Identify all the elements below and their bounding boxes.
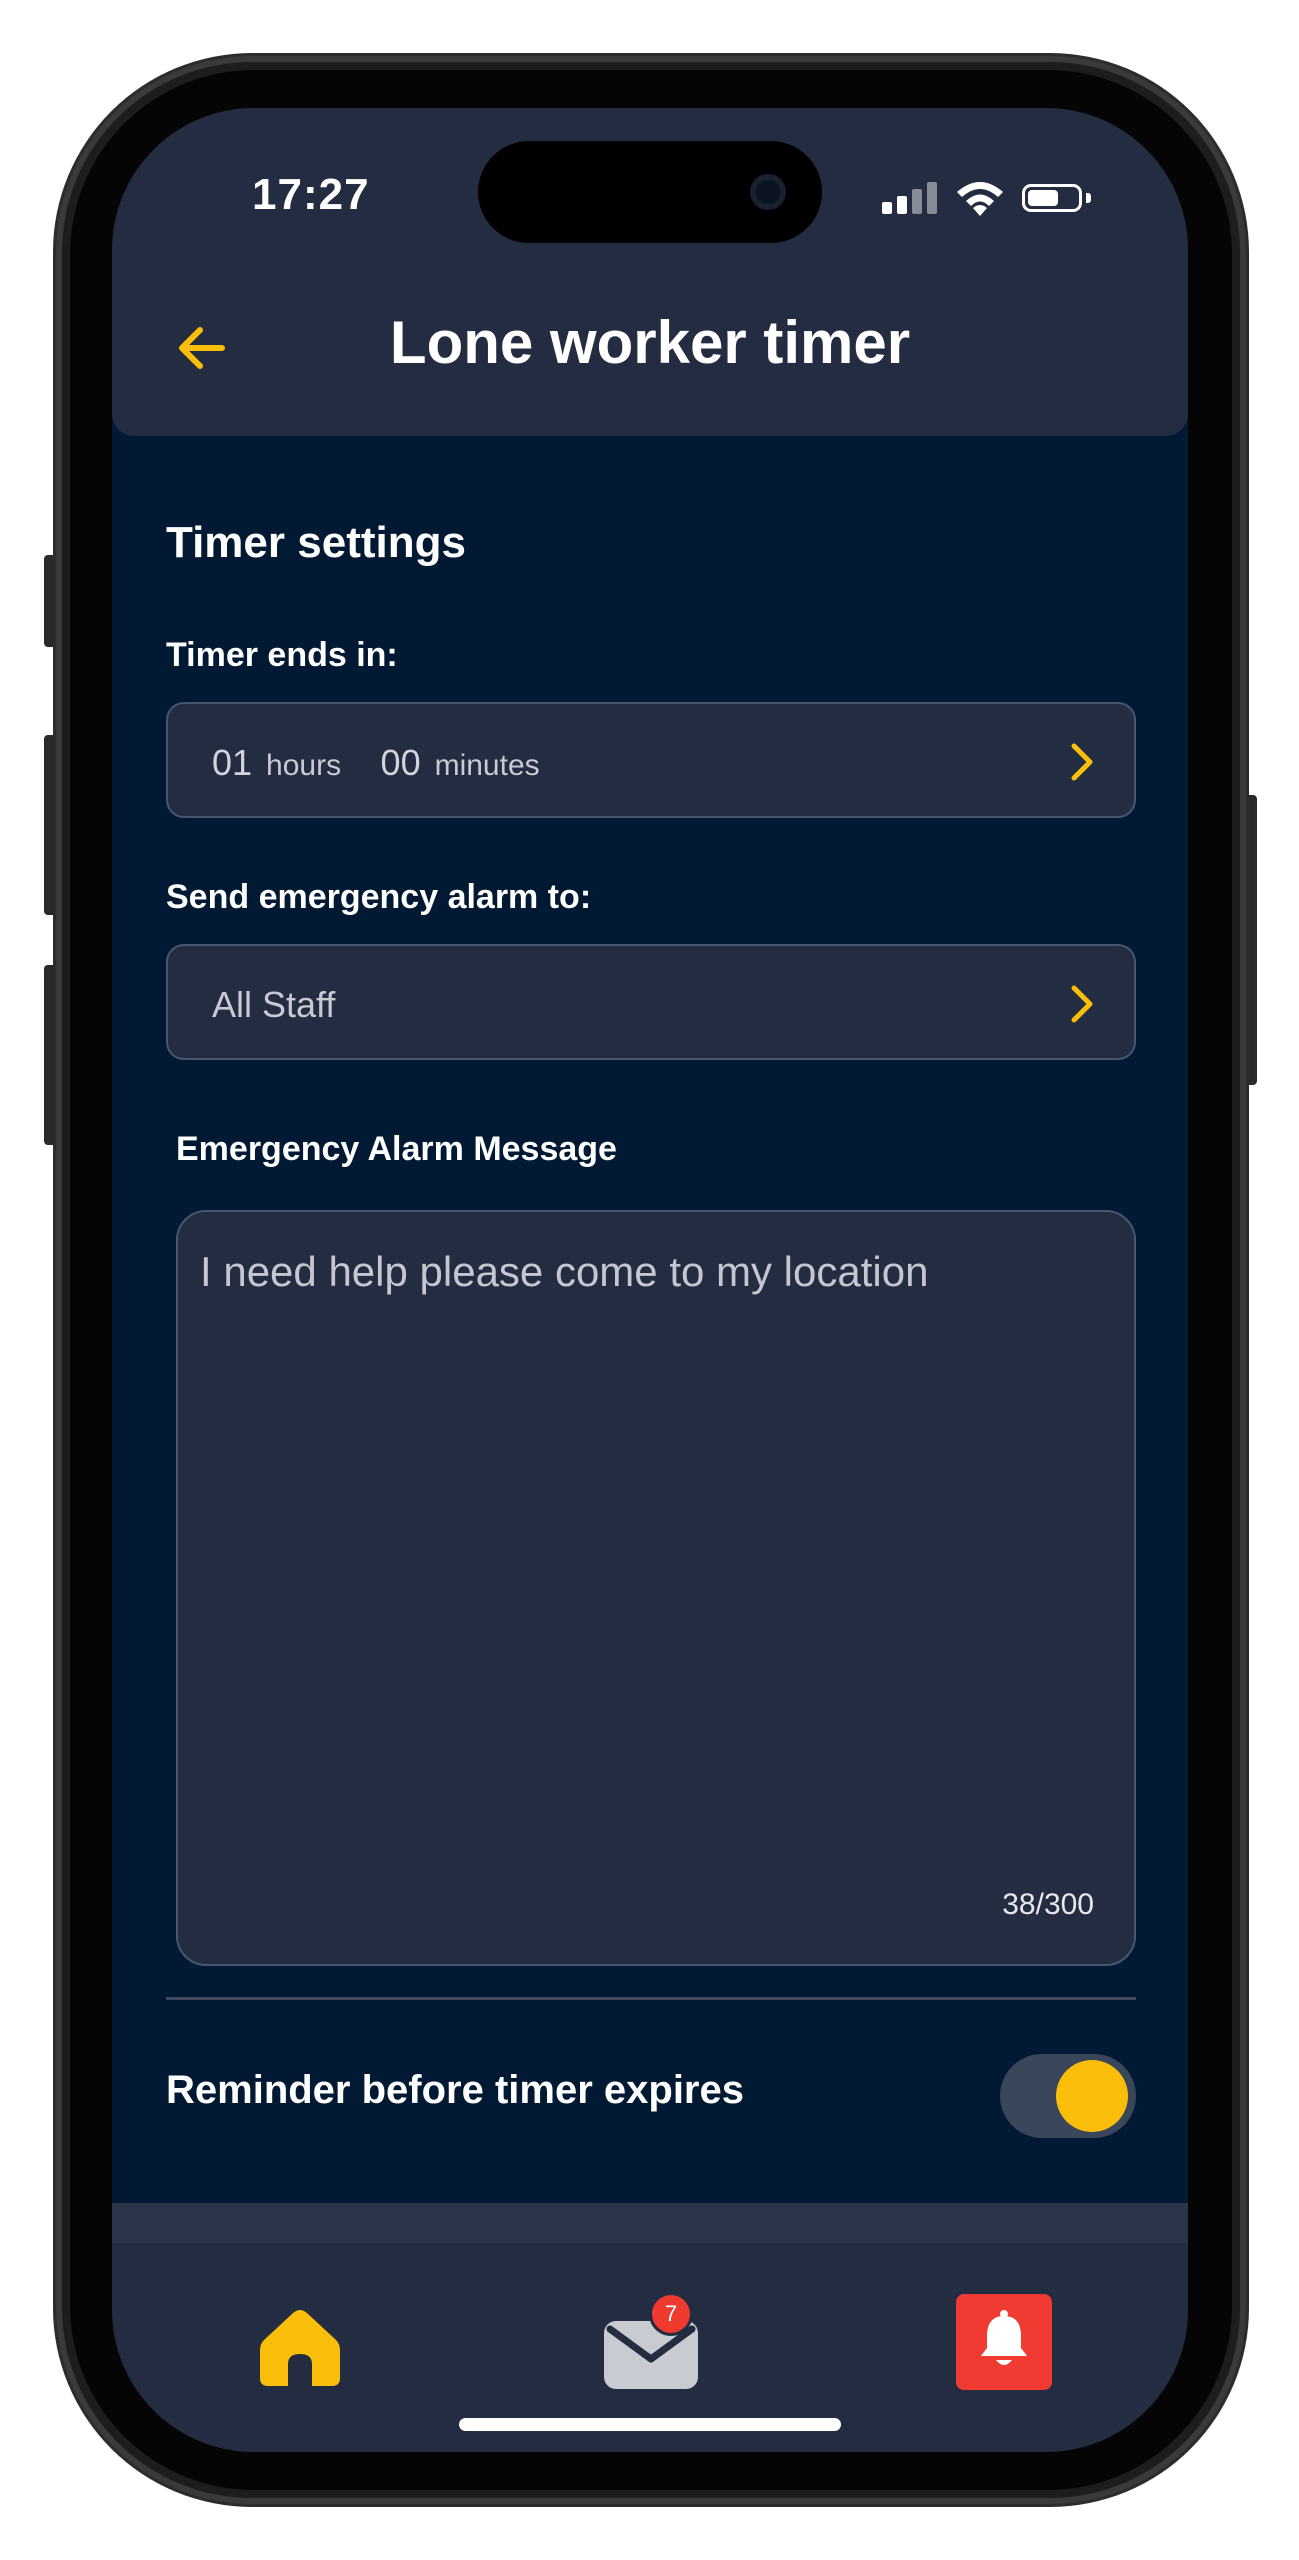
hours-unit: hours [266, 749, 342, 782]
divider [166, 1997, 1136, 2000]
message-box: I need help please come to my location 3… [176, 1210, 1136, 1966]
home-indicator [459, 2418, 841, 2431]
message-label: Emergency Alarm Message [176, 1130, 617, 1168]
app-screen: 17:27 Lone worker timer Timer settings T… [112, 108, 1188, 2452]
hours-value: 01 [212, 742, 253, 783]
battery-icon [1022, 184, 1082, 212]
bell-icon [981, 2310, 1027, 2365]
character-count: 38/300 [1002, 1888, 1094, 1921]
timer-picker[interactable]: 01 hours 00 minutes [166, 702, 1136, 818]
battery-tip [1086, 193, 1091, 203]
recipient-label: Send emergency alarm to: [166, 878, 592, 916]
mail-badge: 7 [652, 2295, 690, 2333]
signal-icon [882, 178, 938, 218]
reminder-toggle[interactable] [1000, 2054, 1136, 2138]
section-title: Timer settings [166, 518, 466, 567]
home-icon[interactable] [260, 2308, 340, 2386]
page-title: Lone worker timer [389, 309, 911, 376]
wifi-icon [957, 182, 1003, 216]
camera-icon [750, 174, 786, 210]
app-header: 17:27 Lone worker timer [112, 108, 1188, 436]
minutes-value: 00 [380, 742, 421, 783]
status-icons [882, 178, 1122, 218]
recipient-value: All Staff [212, 984, 336, 1025]
message-textarea[interactable]: I need help please come to my location [200, 1248, 1100, 1808]
back-arrow-icon[interactable] [172, 318, 232, 378]
toggle-knob [1056, 2060, 1128, 2132]
dynamic-island [478, 141, 822, 243]
chevron-right-icon [1071, 985, 1093, 1023]
mail-button[interactable]: 7 [596, 2295, 706, 2393]
chevron-right-icon [1071, 743, 1093, 781]
timer-value: 01 hours 00 minutes [212, 742, 540, 784]
nav-separator [112, 2203, 1188, 2243]
reminder-label: Reminder before timer expires [166, 2068, 744, 2112]
status-time: 17:27 [252, 170, 370, 219]
minutes-unit: minutes [434, 749, 540, 782]
timer-label: Timer ends in: [166, 636, 398, 674]
recipient-picker[interactable]: All Staff [166, 944, 1136, 1060]
alarm-button[interactable] [956, 2294, 1052, 2390]
